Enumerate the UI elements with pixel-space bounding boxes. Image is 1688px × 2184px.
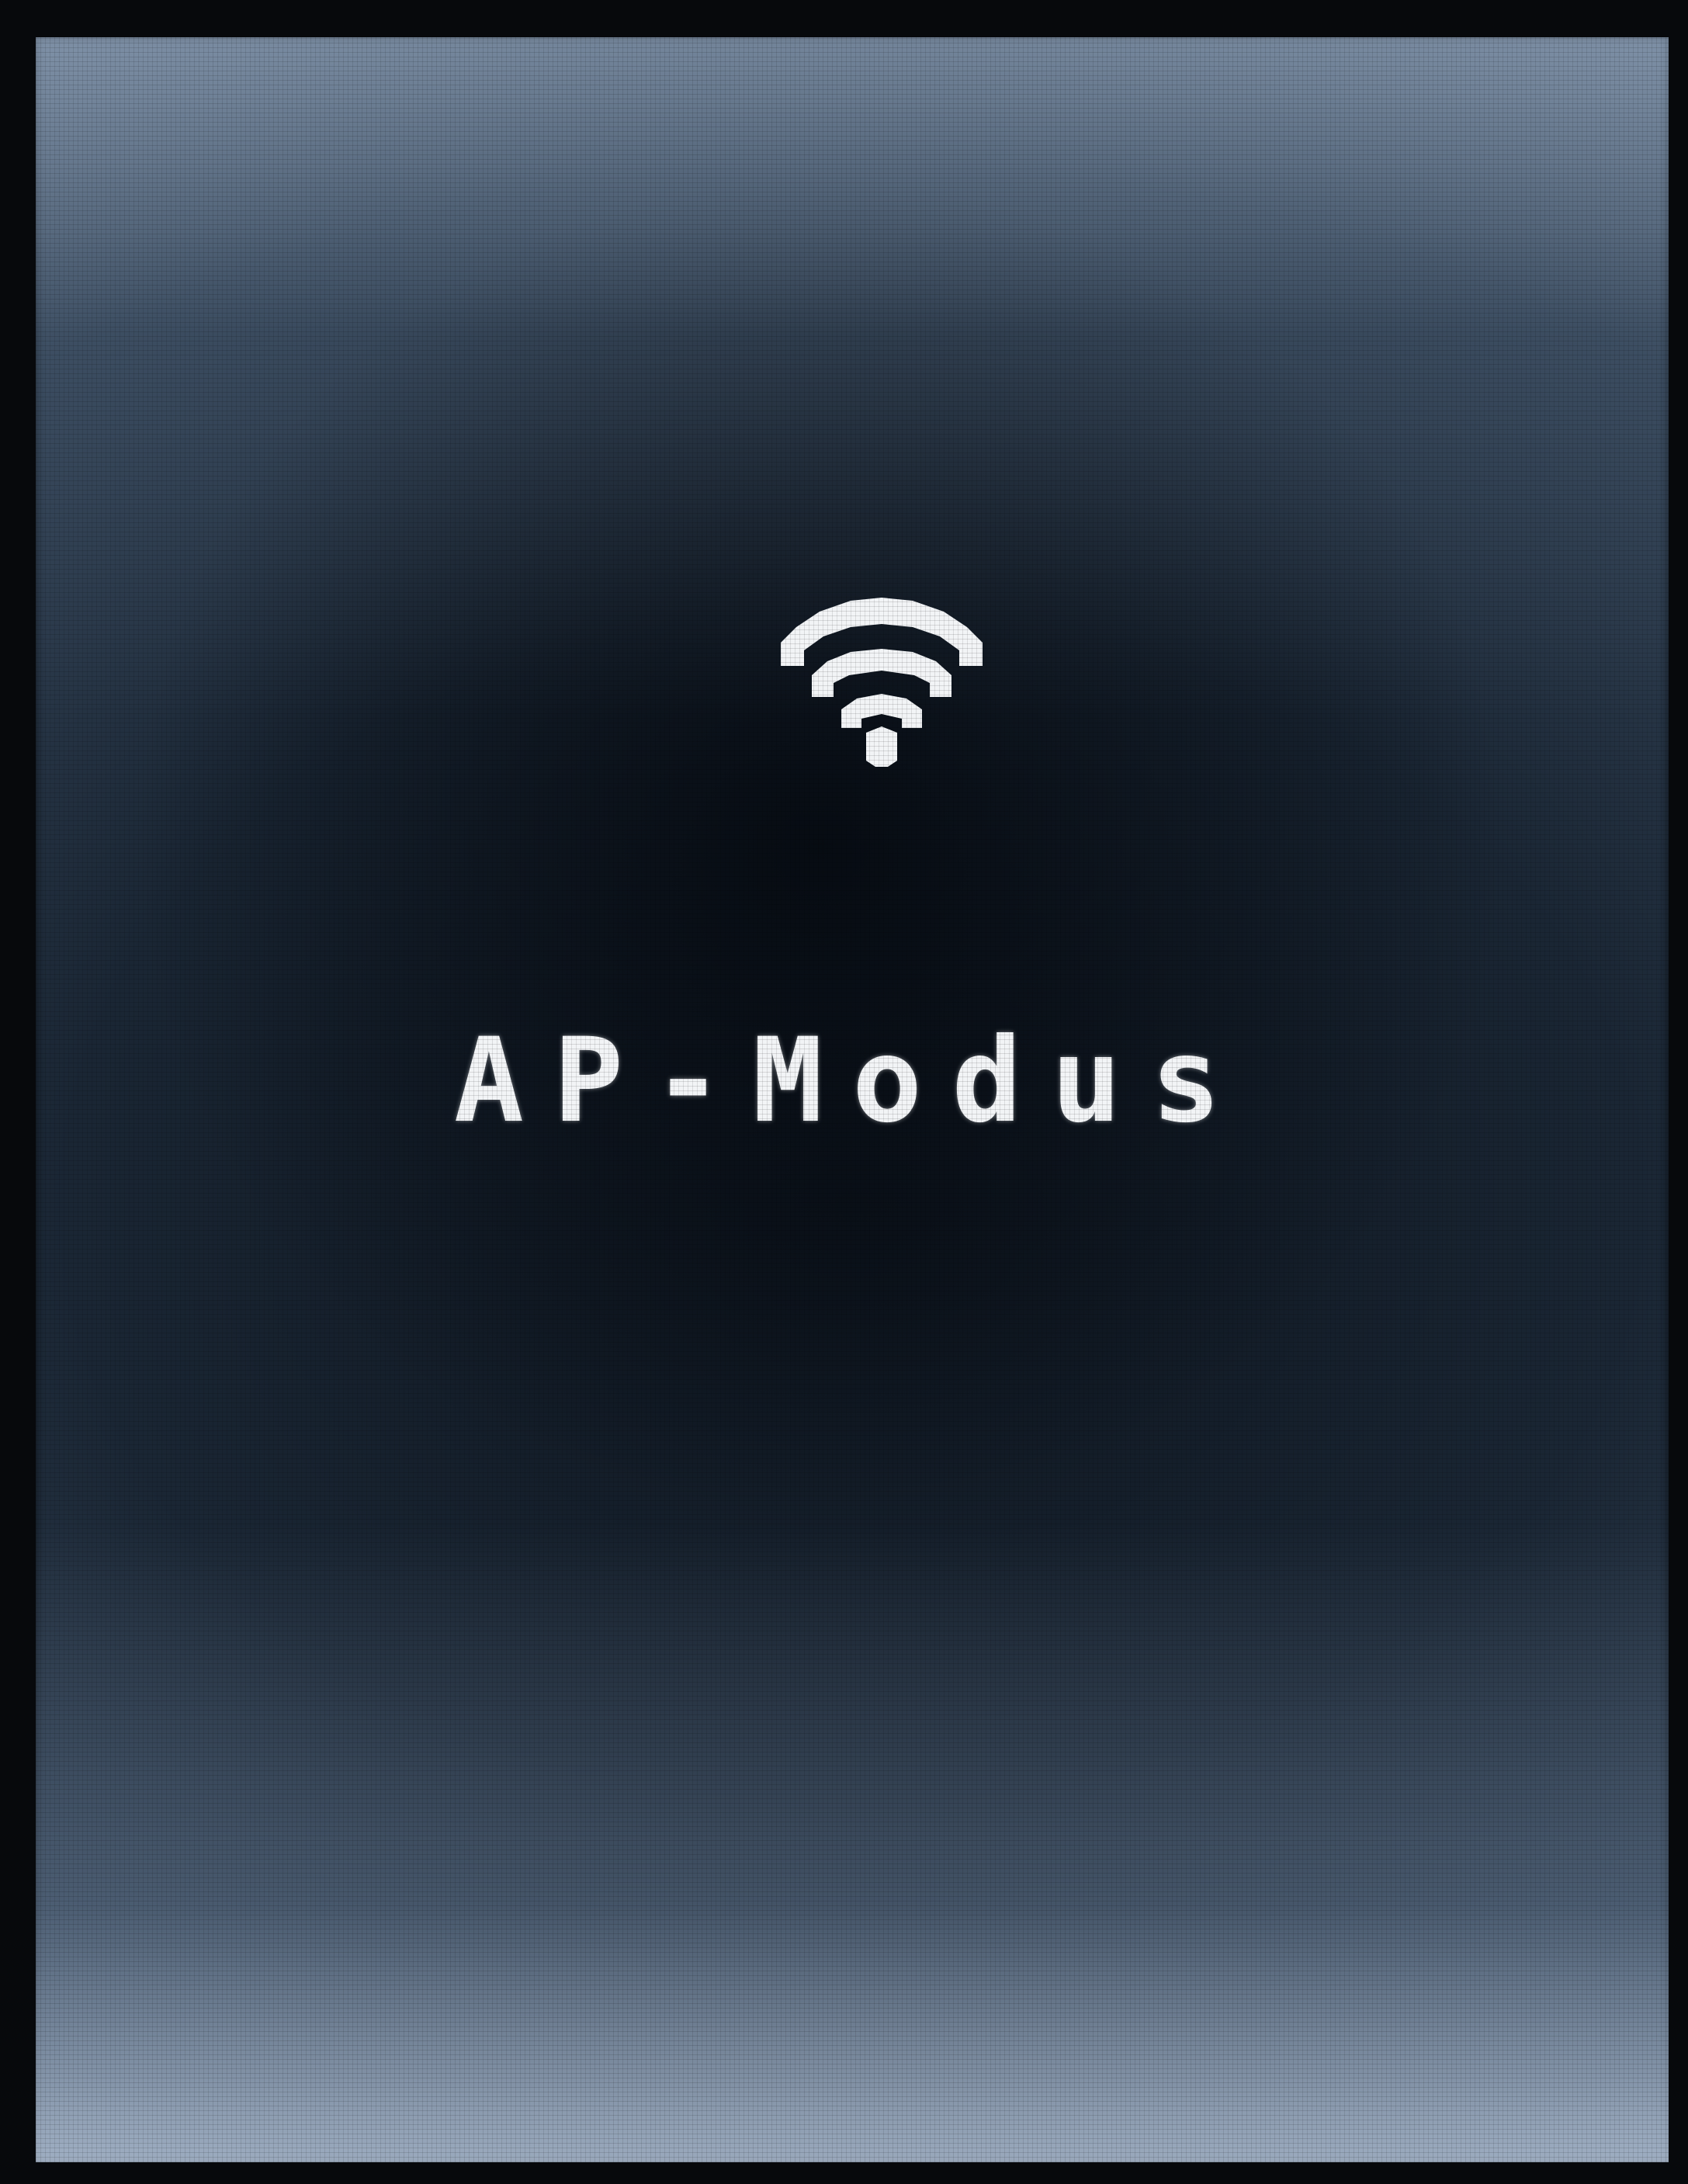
device-bezel: AP-Modus [0,0,1688,2184]
mode-title: AP-Modus [453,1014,1251,1149]
wifi-icon [781,598,983,767]
lcd-screen: AP-Modus [36,37,1669,2162]
